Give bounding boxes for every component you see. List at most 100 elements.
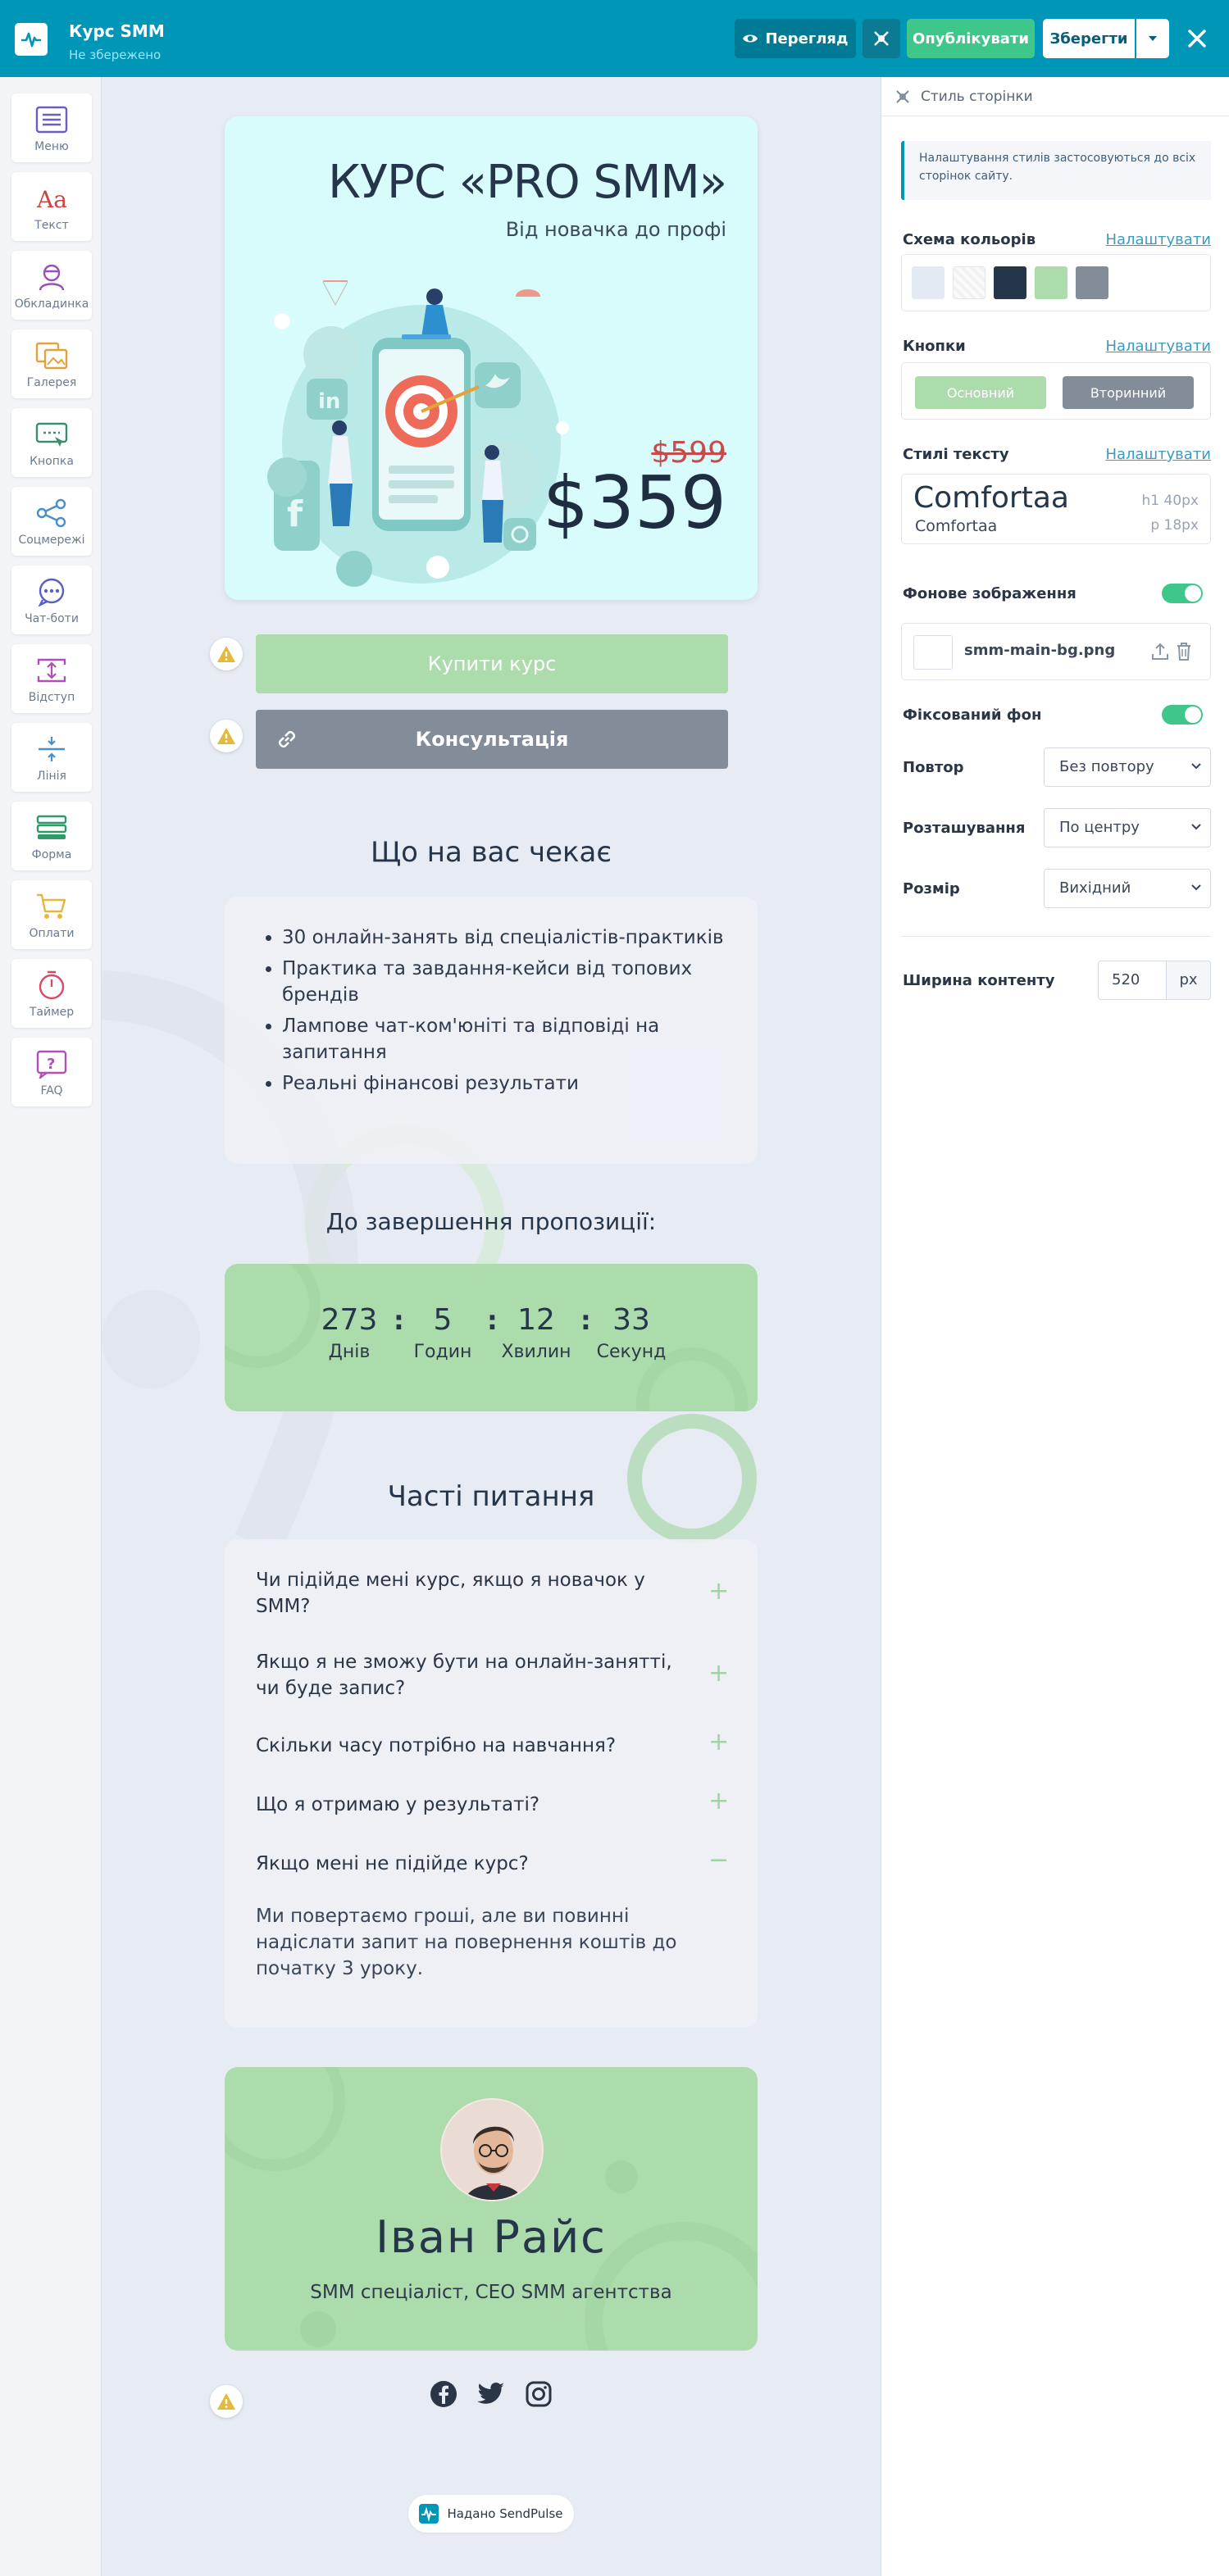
buttons-style-box[interactable]: Основний Вторинний [901, 362, 1211, 420]
close-button[interactable] [1181, 19, 1213, 58]
instagram-icon[interactable] [523, 2378, 554, 2410]
hero-cover-block[interactable]: КУРС «PRO SMM» Від новачка до профі in f [225, 116, 758, 600]
tools-icon [874, 31, 889, 46]
blocks-toolbox: Меню Aa Текст Обкладинка Галерея Кнопка … [0, 77, 102, 2576]
plus-icon[interactable]: + [708, 1728, 729, 1756]
tool-text[interactable]: Aa Текст [11, 172, 92, 241]
text-styles-box[interactable]: Comfortaa Comfortaa h1 40px p 18px [901, 474, 1211, 544]
tool-label: Обкладинка [14, 298, 89, 311]
countdown-timer-block[interactable]: 273 Днів : 5 Годин : 12 Хвилин : 33 Секу… [225, 1264, 758, 1411]
tool-spacing[interactable]: Відступ [11, 644, 92, 713]
bg-image-thumbnail [913, 635, 953, 670]
faq-question[interactable]: Що я отримаю у результаті? [256, 1792, 690, 1818]
content-width-input[interactable]: 520 [1098, 961, 1167, 1000]
repeat-value: Без повтору [1059, 758, 1154, 775]
tool-label: Чат-боти [25, 612, 79, 625]
chevron-down-icon [1191, 763, 1201, 770]
buy-course-button[interactable]: Купити курс [256, 634, 728, 693]
trash-icon[interactable] [1176, 642, 1192, 661]
content-width-unit: px [1166, 961, 1211, 1000]
fixed-bg-label: Фіксований фон [903, 706, 1042, 724]
timer-heading: До завершення пропозиції: [325, 1208, 657, 1235]
save-options-button[interactable] [1136, 19, 1169, 58]
tool-form[interactable]: Форма [11, 802, 92, 870]
author-block[interactable]: Іван Райс SMM спеціаліст, CEO SMM агентс… [225, 2067, 758, 2351]
tool-faq[interactable]: ? FAQ [11, 1038, 92, 1106]
color-swatch[interactable] [953, 266, 985, 299]
preview-button[interactable]: Перегляд [735, 19, 856, 58]
bg-image-toggle[interactable] [1162, 584, 1203, 603]
color-scheme-label: Схема кольорів [903, 231, 1036, 248]
buttons-configure-link[interactable]: Налаштувати [1105, 338, 1211, 355]
features-list-block[interactable]: 30 онлайн-занять від спеціалістів-практи… [225, 897, 758, 1164]
position-select[interactable]: По центру [1044, 808, 1211, 847]
plus-icon[interactable]: + [708, 1659, 729, 1688]
tool-gallery[interactable]: Галерея [11, 329, 92, 398]
pulse-icon [21, 32, 41, 48]
repeat-select[interactable]: Без повтору [1044, 747, 1211, 787]
faq-question[interactable]: Скільки часу потрібно на навчання? [256, 1733, 690, 1759]
hours-value: 5 [433, 1303, 453, 1337]
faq-answer: Ми повертаємо гроші, але ви повинні наді… [256, 1906, 677, 1979]
primary-button-preview[interactable]: Основний [915, 376, 1046, 409]
fixed-bg-toggle[interactable] [1162, 705, 1203, 725]
color-swatch[interactable] [1076, 266, 1108, 299]
plus-icon[interactable]: + [708, 1787, 729, 1815]
color-swatch[interactable] [994, 266, 1026, 299]
publish-button[interactable]: Опублікувати [907, 19, 1035, 58]
powered-by-badge[interactable]: Надано SendPulse [408, 2495, 574, 2533]
color-scheme-configure-link[interactable]: Налаштувати [1105, 231, 1211, 248]
twitter-icon[interactable] [476, 2378, 507, 2410]
bg-image-label: Фонове зображення [903, 585, 1077, 602]
facebook-icon[interactable] [428, 2378, 459, 2410]
warning-icon [217, 728, 235, 744]
bg-image-filename: smm-main-bg.png [964, 642, 1116, 659]
warning-badge[interactable] [210, 2385, 243, 2418]
timer-separator: : [580, 1305, 591, 1336]
timer-minutes: 12 Хвилин [495, 1303, 577, 1362]
warning-badge[interactable] [210, 638, 243, 670]
title-block: Курс SMM Не збережено [69, 21, 165, 62]
minus-icon[interactable]: − [708, 1846, 729, 1874]
warning-badge[interactable] [210, 720, 243, 752]
author-role: SMM спеціаліст, CEO SMM агентства [310, 2282, 672, 2303]
bg-image-file-box[interactable]: smm-main-bg.png [901, 623, 1211, 680]
tool-button[interactable]: Кнопка [11, 408, 92, 477]
faq-question[interactable]: Якщо мені не підійде курс? [256, 1851, 690, 1877]
color-swatch[interactable] [1035, 266, 1067, 299]
menu-icon [34, 102, 69, 137]
faq-icon: ? [34, 1047, 69, 1081]
consultation-label: Консультація [415, 728, 569, 751]
tool-line[interactable]: Лінія [11, 723, 92, 792]
list-item: Реальні фінансові результати [282, 1070, 741, 1097]
tool-label: Лінія [37, 770, 66, 783]
secondary-button-preview[interactable]: Вторинний [1063, 376, 1194, 409]
cart-icon [34, 889, 69, 924]
faq-question[interactable]: Чи підійде мені курс, якщо я новачок у S… [256, 1567, 690, 1620]
text-styles-configure-link[interactable]: Налаштувати [1105, 446, 1211, 463]
tool-timer[interactable]: Таймер [11, 959, 92, 1028]
color-swatch[interactable] [912, 266, 945, 299]
tool-menu[interactable]: Меню [11, 93, 92, 162]
tool-label: Відступ [28, 691, 75, 704]
size-value: Вихідний [1059, 879, 1131, 897]
color-scheme-box[interactable] [901, 254, 1211, 311]
size-select[interactable]: Вихідний [1044, 869, 1211, 908]
tool-cover[interactable]: Обкладинка [11, 251, 92, 320]
upload-icon[interactable] [1151, 642, 1169, 661]
panel-divider [901, 936, 1211, 937]
days-value: 273 [321, 1303, 378, 1337]
tool-socials[interactable]: Соцмережі [11, 487, 92, 556]
tool-label: Оплати [29, 927, 75, 940]
share-icon [34, 496, 69, 530]
faq-block[interactable]: Чи підійде мені курс, якщо я новачок у S… [225, 1539, 758, 2028]
style-tools-button[interactable] [863, 19, 900, 58]
plus-icon[interactable]: + [708, 1577, 729, 1606]
tool-payments[interactable]: Оплати [11, 880, 92, 949]
tool-chatbots[interactable]: Чат-боти [11, 566, 92, 634]
save-button[interactable]: Зберегти [1043, 19, 1135, 58]
days-label: Днів [328, 1342, 371, 1362]
app-logo[interactable] [15, 23, 48, 56]
faq-question[interactable]: Якщо я не зможу бути на онлайн-занятті, … [256, 1649, 690, 1701]
consultation-button[interactable]: Консультація [256, 710, 728, 769]
